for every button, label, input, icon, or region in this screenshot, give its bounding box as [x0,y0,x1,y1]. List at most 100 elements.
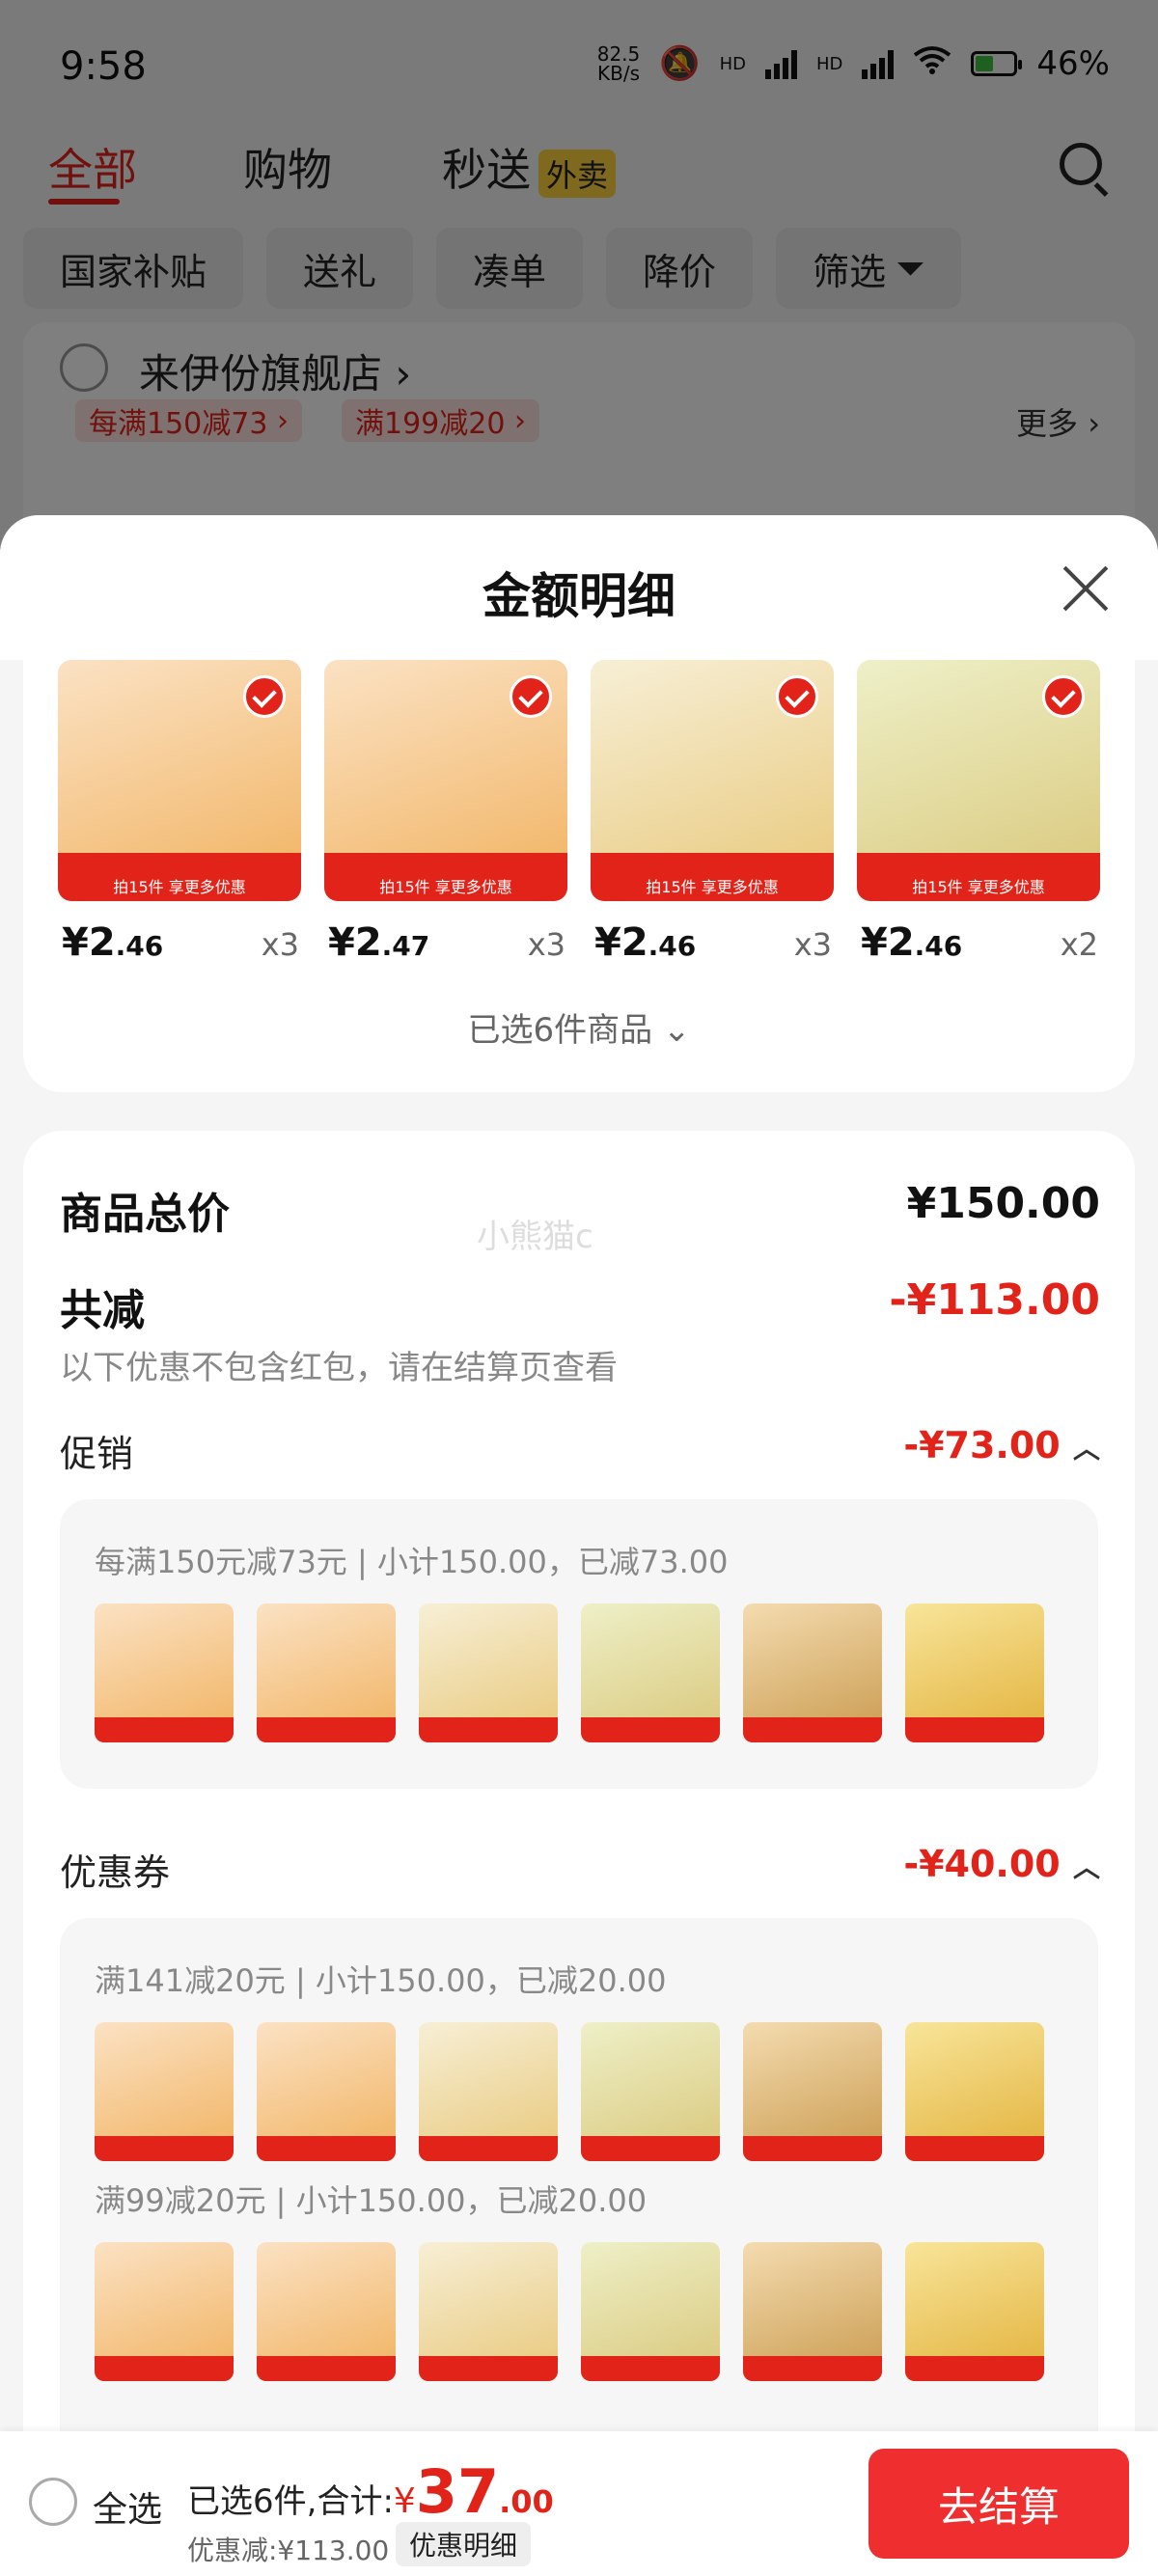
thumb-banner [257,2136,396,2161]
product-image: 拍15件 享更多优惠 [324,660,567,901]
product-banner: 拍15件 享更多优惠 [857,853,1100,901]
product-banner-text: 拍15件 享更多优惠 [379,878,512,896]
discount-detail-button[interactable]: 优惠明细 [396,2522,532,2566]
discount-note: 以下优惠不包含红包，请在结算页查看 [60,1349,618,1387]
product-thumb[interactable] [257,1603,396,1742]
product-price-dec: .46 [648,930,697,962]
product-image: 拍15件 享更多优惠 [857,660,1100,901]
thumb-banner [581,2356,720,2381]
coupon-value-text: -¥40.00 [903,1843,1061,1885]
product-thumb[interactable] [581,2242,720,2381]
promotion-value-text: -¥73.00 [903,1424,1061,1466]
product-thumb[interactable] [743,2242,882,2381]
discount-label: 共减 [60,1286,145,1335]
thumb-banner [419,2136,558,2161]
product-banner-text: 拍15件 享更多优惠 [113,878,246,896]
product-price: ¥2.47 [328,920,429,965]
select-all-label[interactable]: 全选 [93,2481,162,2532]
discount-summary: 优惠减:¥113.00 [187,2535,390,2566]
product-banner-text: 拍15件 享更多优惠 [912,878,1045,896]
coupon-label: 优惠券 [60,1851,171,1894]
product-qty: x3 [261,926,299,963]
product-thumb[interactable] [905,1603,1044,1742]
coupon-value[interactable]: -¥40.00 ︿ [903,1843,1100,1885]
product-price: ¥2.46 [62,920,163,965]
product-thumb[interactable] [581,1603,720,1742]
checkout-button[interactable]: 去结算 [868,2449,1129,2559]
product-card[interactable]: 拍15件 享更多优惠 ¥2.46 x3 [591,660,834,965]
product-thumb[interactable] [743,1603,882,1742]
product-card[interactable]: 拍15件 享更多优惠 ¥2.46 x2 [857,660,1100,965]
product-price-int: ¥2 [861,920,915,965]
product-price-dec: .46 [115,930,164,962]
checked-icon[interactable] [510,675,552,718]
coupon-box: 满141减20元 | 小计150.00，已减20.00 满99减20元 | 小计… [60,1918,1098,2458]
product-price-int: ¥2 [328,920,382,965]
product-price-int: ¥2 [62,920,116,965]
product-banner: 拍15件 享更多优惠 [591,853,834,901]
thumb-banner [95,2356,234,2381]
thumb-banner [743,2136,882,2161]
thumb-banner [95,1717,234,1742]
product-price-int: ¥2 [594,920,648,965]
thumb-banner [419,1717,558,1742]
total-price-value: ¥150.00 [906,1179,1100,1228]
product-thumb[interactable] [419,1603,558,1742]
thumb-banner [95,2136,234,2161]
thumb-banner [905,1717,1044,1742]
chevron-down-icon: ⌄ [662,1011,691,1050]
checkout-bar: 全选 已选6件,合计:¥37.00 优惠减:¥113.00 优惠明细 去结算 [0,2431,1158,2576]
product-qty: x3 [793,926,832,963]
promotion-value[interactable]: -¥73.00 ︿ [903,1424,1100,1466]
total-line: 已选6件,合计:¥37.00 [187,2456,554,2527]
promotion-label: 促销 [60,1433,134,1475]
thumb-banner [419,2356,558,2381]
close-icon[interactable] [1060,563,1112,616]
product-image: 拍15件 享更多优惠 [58,660,301,901]
product-thumb[interactable] [419,2022,558,2161]
price-summary-card: 商品总价 小熊猫c ¥150.00 共减 -¥113.00 以下优惠不包含红包，… [23,1131,1135,2576]
dim-overlay[interactable] [0,0,1158,540]
product-thumb[interactable] [257,2242,396,2381]
checked-icon[interactable] [243,675,286,718]
product-thumb[interactable] [257,2022,396,2161]
watermark: 小熊猫c [477,1218,593,1256]
product-price: ¥2.46 [594,920,696,965]
product-image: 拍15件 享更多优惠 [591,660,834,901]
product-thumb[interactable] [743,2022,882,2161]
select-all-radio[interactable] [29,2478,77,2526]
thumb-banner [743,1717,882,1742]
thumb-banner [743,2356,882,2381]
product-banner: 拍15件 享更多优惠 [58,853,301,901]
product-card[interactable]: 拍15件 享更多优惠 ¥2.47 x3 [324,660,567,965]
checked-icon[interactable] [1042,675,1085,718]
selected-products-card: 拍15件 享更多优惠 ¥2.46 x3 拍15件 享更多优惠 ¥2.47 x3 … [23,660,1135,1092]
total-dec: .00 [499,2483,554,2520]
product-banner: 拍15件 享更多优惠 [324,853,567,901]
checked-icon[interactable] [776,675,818,718]
discount-value: -¥113.00 [889,1275,1100,1325]
product-qty: x2 [1060,926,1098,963]
chevron-up-icon: ︿ [1072,1433,1100,1465]
product-thumb[interactable] [905,2022,1044,2161]
product-price: ¥2.46 [861,920,962,965]
selected-items-toggle[interactable]: 已选6件商品 ⌄ [23,1003,1135,1051]
product-card[interactable]: 拍15件 享更多优惠 ¥2.46 x3 [58,660,301,965]
thumb-banner [581,1717,720,1742]
sheet-header: 金额明细 [0,515,1158,660]
product-banner-text: 拍15件 享更多优惠 [646,878,779,896]
thumb-banner [257,2356,396,2381]
promotion-desc: 每满150元减73元 | 小计150.00，已减73.00 [95,1544,729,1580]
amount-detail-sheet: 金额明细 拍15件 享更多优惠 ¥2.46 x3 拍15件 享更多优惠 ¥2.4… [0,515,1158,2576]
product-thumb[interactable] [905,2242,1044,2381]
product-thumb[interactable] [419,2242,558,2381]
selected-items-text: 已选6件商品 [467,1011,653,1050]
product-thumb[interactable] [95,2242,234,2381]
product-thumb[interactable] [95,2022,234,2161]
product-thumb[interactable] [581,2022,720,2161]
thumb-banner [905,2136,1044,2161]
total-prefix: 已选6件,合计: [187,2482,394,2521]
thumb-banner [257,1717,396,1742]
total-price-label: 商品总价 [60,1190,230,1239]
product-thumb[interactable] [95,1603,234,1742]
